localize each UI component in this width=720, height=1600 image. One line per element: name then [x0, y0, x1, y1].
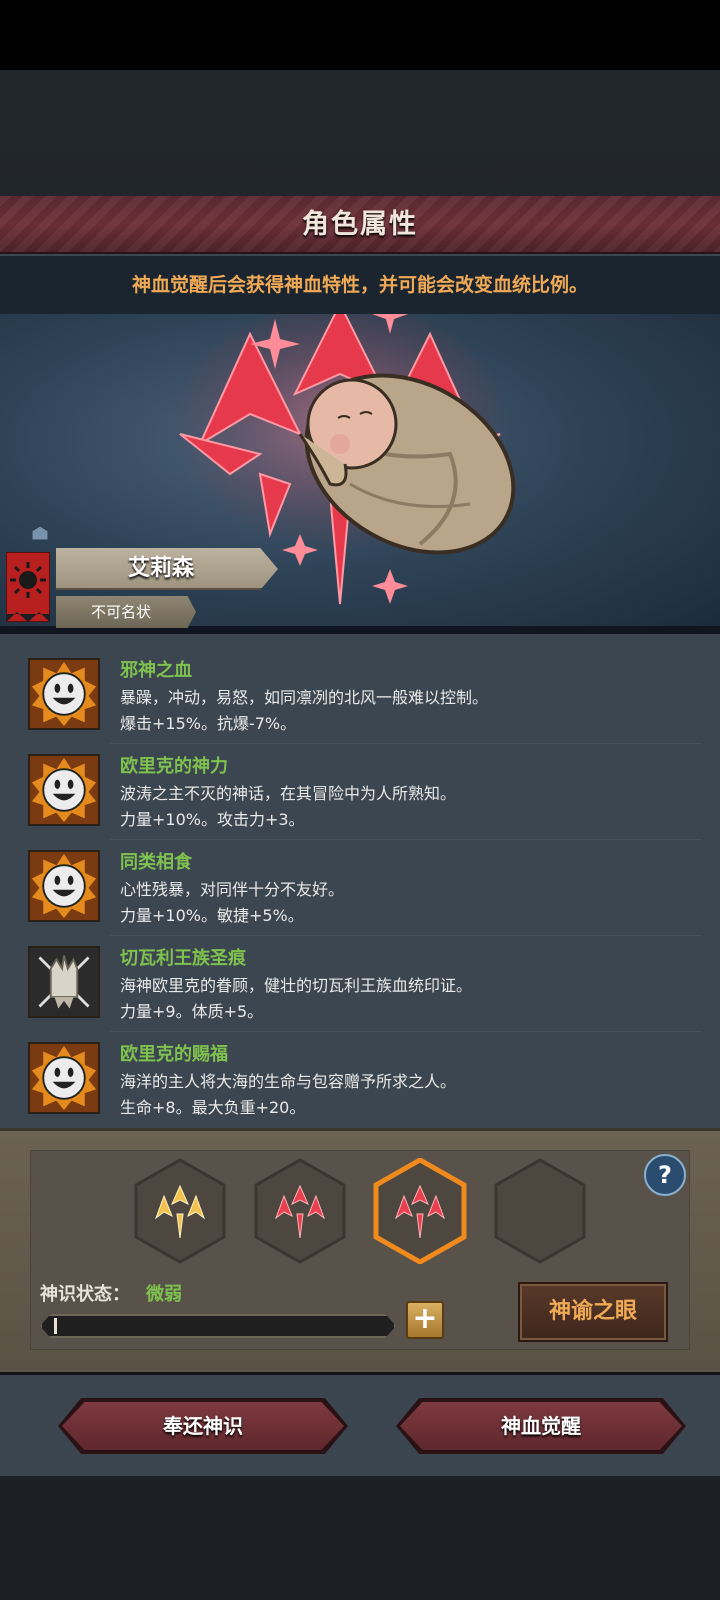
trait-item[interactable]: 邪神之血 暴躁，冲动，易怒，如同凛冽的北风一般难以控制。 爆击+15%。抗爆-7… [0, 648, 720, 744]
trait-title: 邪神之血 [120, 660, 192, 681]
status-bar-area [0, 0, 720, 70]
trait-stats: 生命+8。最大负重+20。 [120, 1098, 306, 1117]
gold-sigil-slot[interactable] [132, 1158, 228, 1264]
trait-description: 心性残暴，对同伴十分不友好。 [120, 880, 345, 899]
trait-description: 波涛之主不灭的神话，在其冒险中为人所熟知。 [120, 784, 457, 803]
empty-slot-icon[interactable] [492, 1158, 588, 1264]
red-sun-banner-icon [6, 552, 50, 622]
red-sigil-slot-selected[interactable] [372, 1158, 468, 1264]
divine-sense-progress-fill [54, 1318, 57, 1334]
trait-stats: 力量+10%。敏捷+5%。 [120, 906, 304, 925]
trait-description: 海神欧里克的眷顾，健壮的切瓦利王族血统印证。 [120, 976, 473, 995]
trait-item[interactable]: 同类相食 心性残暴，对同伴十分不友好。 力量+10%。敏捷+5%。 [0, 840, 720, 936]
trait-item[interactable]: 欧里克的神力 波涛之主不灭的神话，在其冒险中为人所熟知。 力量+10%。攻击力+… [0, 744, 720, 840]
smiling-sun-face-icon [28, 850, 100, 922]
rank-badge-icon [32, 526, 48, 540]
trait-item[interactable]: 欧里克的赐福 海洋的主人将大海的生命与包容赠予所求之人。 生命+8。最大负重+2… [0, 1032, 720, 1128]
trait-title: 欧里克的赐福 [120, 1044, 228, 1065]
smiling-sun-face-icon [28, 658, 100, 730]
page-title: 角色属性 [302, 209, 418, 240]
trait-title: 欧里克的神力 [120, 756, 228, 777]
trait-title: 切瓦利王族圣痕 [120, 948, 246, 969]
trait-item[interactable]: 切瓦利王族圣痕 海神欧里克的眷顾，健壮的切瓦利王族血统印证。 力量+9。体质+5… [0, 936, 720, 1032]
trait-description: 暴躁，冲动，易怒，如同凛冽的北风一般难以控制。 [120, 688, 489, 707]
add-sense-button[interactable]: + [406, 1301, 444, 1339]
return-sense-button[interactable]: 奉还神识 [58, 1398, 348, 1454]
character-subtitle: 不可名状 [90, 603, 151, 621]
trait-stats: 力量+10%。攻击力+3。 [120, 810, 305, 829]
divine-sense-label: 神识状态： [40, 1284, 130, 1305]
title-bar: 角色属性 [0, 196, 720, 254]
hint-text: 神血觉醒后会获得神血特性，并可能会改变血统比例。 [131, 274, 588, 296]
trait-title: 同类相食 [120, 852, 192, 873]
tattered-crown-icon [28, 946, 100, 1018]
trait-stats: 力量+9。体质+5。 [120, 1002, 264, 1021]
trait-description: 海洋的主人将大海的生命与包容赠予所求之人。 [120, 1072, 457, 1091]
smiling-sun-face-icon [28, 1042, 100, 1114]
return-sense-label: 奉还神识 [163, 1414, 243, 1438]
hint-bar: 神血觉醒后会获得神血特性，并可能会改变血统比例。 [0, 256, 720, 314]
red-sigil-slot[interactable] [252, 1158, 348, 1264]
blood-awaken-label: 神血觉醒 [501, 1414, 581, 1438]
character-name: 艾莉森 [127, 556, 194, 581]
blood-awaken-button[interactable]: 神血觉醒 [396, 1398, 686, 1454]
trait-stats: 爆击+15%。抗爆-7%。 [120, 714, 297, 733]
oracle-eye-button[interactable]: 神谕之眼 [518, 1282, 668, 1342]
help-button[interactable]: ? [644, 1154, 686, 1196]
divine-sense-value: 微弱 [146, 1284, 182, 1305]
smiling-sun-face-icon [28, 754, 100, 826]
divine-sense-progress [40, 1314, 396, 1338]
